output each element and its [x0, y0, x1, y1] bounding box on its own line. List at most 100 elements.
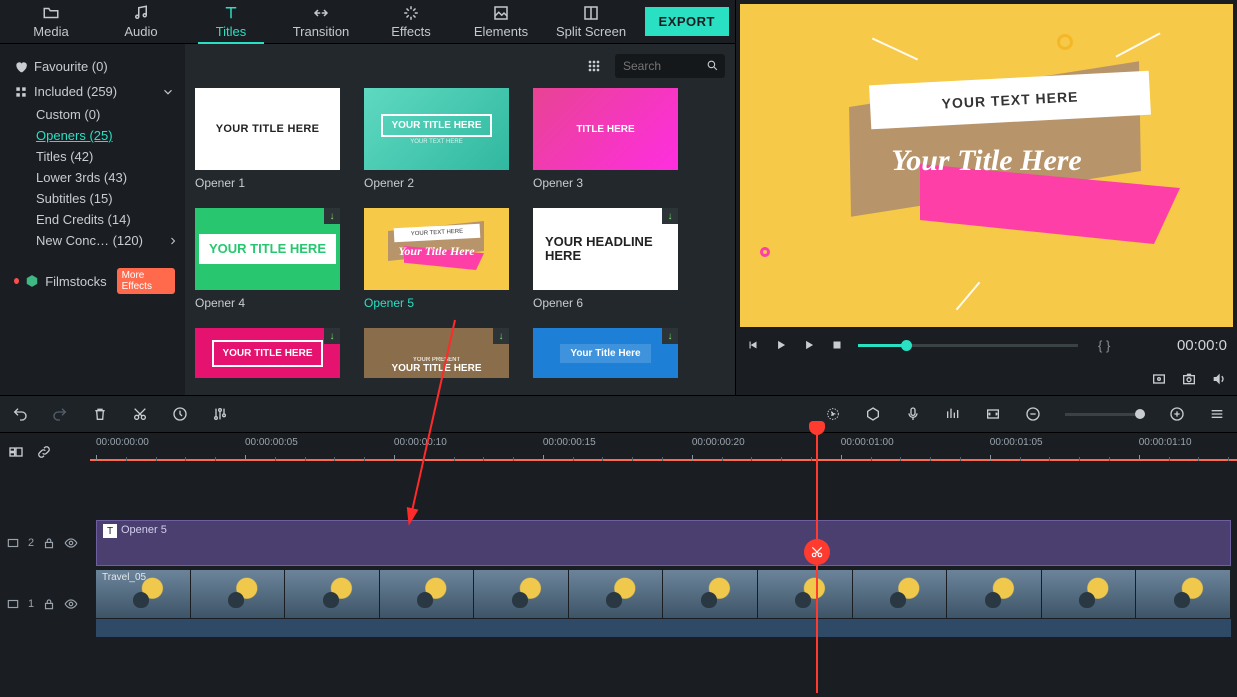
cut-button[interactable] — [132, 406, 148, 422]
markers-button[interactable]: { } — [1098, 338, 1110, 353]
lock-icon[interactable] — [42, 536, 56, 550]
sidebar-favourite[interactable]: Favourite (0) — [10, 54, 179, 79]
title-clip[interactable]: T Opener 5 — [96, 520, 1231, 566]
tab-label: Split Screen — [556, 24, 626, 39]
adjust-button[interactable] — [212, 406, 228, 422]
preview-progress[interactable] — [858, 344, 1078, 347]
titles-sidebar: Favourite (0) Included (259) Custom (0) … — [0, 44, 185, 395]
prev-button[interactable] — [746, 338, 760, 352]
volume-icon[interactable] — [1211, 371, 1227, 387]
clip-label: Opener 5 — [121, 524, 167, 536]
item-label: Opener 3 — [533, 170, 678, 190]
lock-icon[interactable] — [42, 597, 56, 611]
tab-effects[interactable]: Effects — [366, 0, 456, 44]
music-icon — [132, 4, 150, 22]
sidebar-label: Included (259) — [34, 84, 117, 99]
tab-elements[interactable]: Elements — [456, 0, 546, 44]
clip-label: Travel_05 — [102, 572, 146, 583]
more-effects-badge[interactable]: More Effects — [117, 268, 175, 294]
audio-strip[interactable] — [96, 619, 1231, 637]
render-button[interactable] — [825, 406, 841, 422]
download-icon — [324, 328, 340, 344]
history-button[interactable] — [172, 406, 188, 422]
snapshot-icon[interactable] — [1181, 371, 1197, 387]
tab-label: Audio — [124, 24, 157, 39]
track-type-icon — [6, 536, 20, 550]
grid-view-button[interactable] — [583, 55, 605, 77]
playhead[interactable] — [816, 433, 818, 693]
tab-label: Media — [33, 24, 68, 39]
grid-item-opener7[interactable]: YOUR TITLE HERE — [195, 328, 340, 378]
heart-icon — [14, 60, 28, 74]
audiomix-button[interactable] — [945, 406, 961, 422]
sidebar-included[interactable]: Included (259) — [10, 79, 179, 104]
track-video-row: 1 Travel_05 — [90, 569, 1237, 639]
grid-item-opener2[interactable]: YOUR TITLE HEREYOUR TEXT HERE Opener 2 — [364, 88, 509, 190]
preview-time: 00:00:0 — [1177, 337, 1227, 354]
sidebar-item-subtitles[interactable]: Subtitles (15) — [10, 188, 179, 209]
sidebar-item-custom[interactable]: Custom (0) — [10, 104, 179, 125]
folder-icon — [42, 4, 60, 22]
timeline: 00:00:00:0000:00:00:0500:00:00:1000:00:0… — [0, 433, 1237, 693]
item-label: Opener 4 — [195, 290, 340, 310]
tab-label: Elements — [474, 24, 528, 39]
zoom-out-button[interactable] — [1025, 406, 1041, 422]
grid-item-opener4[interactable]: YOUR TITLE HERE Opener 4 — [195, 208, 340, 310]
zoom-slider[interactable] — [1065, 413, 1145, 416]
item-label: Opener 1 — [195, 170, 340, 190]
media-button[interactable] — [8, 444, 24, 460]
sidebar-item-newconc[interactable]: New Conc… (120) — [10, 230, 179, 251]
sidebar-item-openers[interactable]: Openers (25) — [10, 125, 179, 146]
split-indicator[interactable] — [804, 539, 830, 565]
track-type-icon — [6, 597, 20, 611]
sidebar-item-titles[interactable]: Titles (42) — [10, 146, 179, 167]
grid-item-opener9[interactable]: Your Title Here — [533, 328, 678, 378]
grid-item-opener5[interactable]: YOUR TEXT HERE Your Title Here Opener 5 — [364, 208, 509, 310]
redo-button[interactable] — [52, 406, 68, 422]
ruler[interactable]: 00:00:00:0000:00:00:0500:00:00:1000:00:0… — [90, 433, 1237, 471]
chevron-right-icon — [167, 235, 179, 247]
tab-audio[interactable]: Audio — [96, 0, 186, 44]
tab-media[interactable]: Media — [6, 0, 96, 44]
grid-item-opener1[interactable]: YOUR TITLE HERE Opener 1 — [195, 88, 340, 190]
sidebar-filmstocks[interactable]: Filmstocks More Effects — [10, 263, 179, 299]
play-button[interactable] — [774, 338, 788, 352]
video-clip[interactable]: Travel_05 — [96, 570, 1231, 618]
voiceover-button[interactable] — [905, 406, 921, 422]
fit-button[interactable] — [985, 406, 1001, 422]
tab-splitscreen[interactable]: Split Screen — [546, 0, 636, 44]
delete-button[interactable] — [92, 406, 108, 422]
grid-item-opener6[interactable]: YOUR HEADLINE HERE Opener 6 — [533, 208, 678, 310]
grid-item-opener8[interactable]: YOUR PRESENTYOUR TITLE HERE — [364, 328, 509, 378]
export-button[interactable]: EXPORT — [645, 7, 729, 36]
image-icon — [492, 4, 510, 22]
link-button[interactable] — [36, 444, 52, 460]
undo-button[interactable] — [12, 406, 28, 422]
split-icon — [582, 4, 600, 22]
marker-button[interactable] — [865, 406, 881, 422]
preview-canvas: YOUR TEXT HERE Your Title Here — [740, 4, 1233, 327]
zoom-in-button[interactable] — [1169, 406, 1185, 422]
sidebar-item-lower3rds[interactable]: Lower 3rds (43) — [10, 167, 179, 188]
sidebar-item-endcredits[interactable]: End Credits (14) — [10, 209, 179, 230]
main-tabs: Media Audio Titles Transition Effects El… — [0, 0, 735, 44]
track-number: 1 — [28, 598, 34, 610]
search-icon — [706, 59, 719, 72]
download-icon — [662, 328, 678, 344]
track-number: 2 — [28, 537, 34, 549]
settings-icon[interactable] — [1151, 371, 1167, 387]
play-all-button[interactable] — [802, 338, 816, 352]
eye-icon[interactable] — [64, 536, 78, 550]
track-title-row: 2 T Opener 5 — [90, 517, 1237, 569]
tab-titles[interactable]: Titles — [186, 0, 276, 44]
eye-icon[interactable] — [64, 597, 78, 611]
manage-tracks-button[interactable] — [1209, 406, 1225, 422]
stop-button[interactable] — [830, 338, 844, 352]
download-icon — [493, 328, 509, 344]
dots-icon — [586, 58, 602, 74]
tab-transition[interactable]: Transition — [276, 0, 366, 44]
search-box — [615, 54, 725, 78]
grid-item-opener3[interactable]: TITLE HERE Opener 3 — [533, 88, 678, 190]
text-icon: T — [103, 524, 117, 538]
preview-title-text: Your Title Here — [740, 144, 1233, 178]
